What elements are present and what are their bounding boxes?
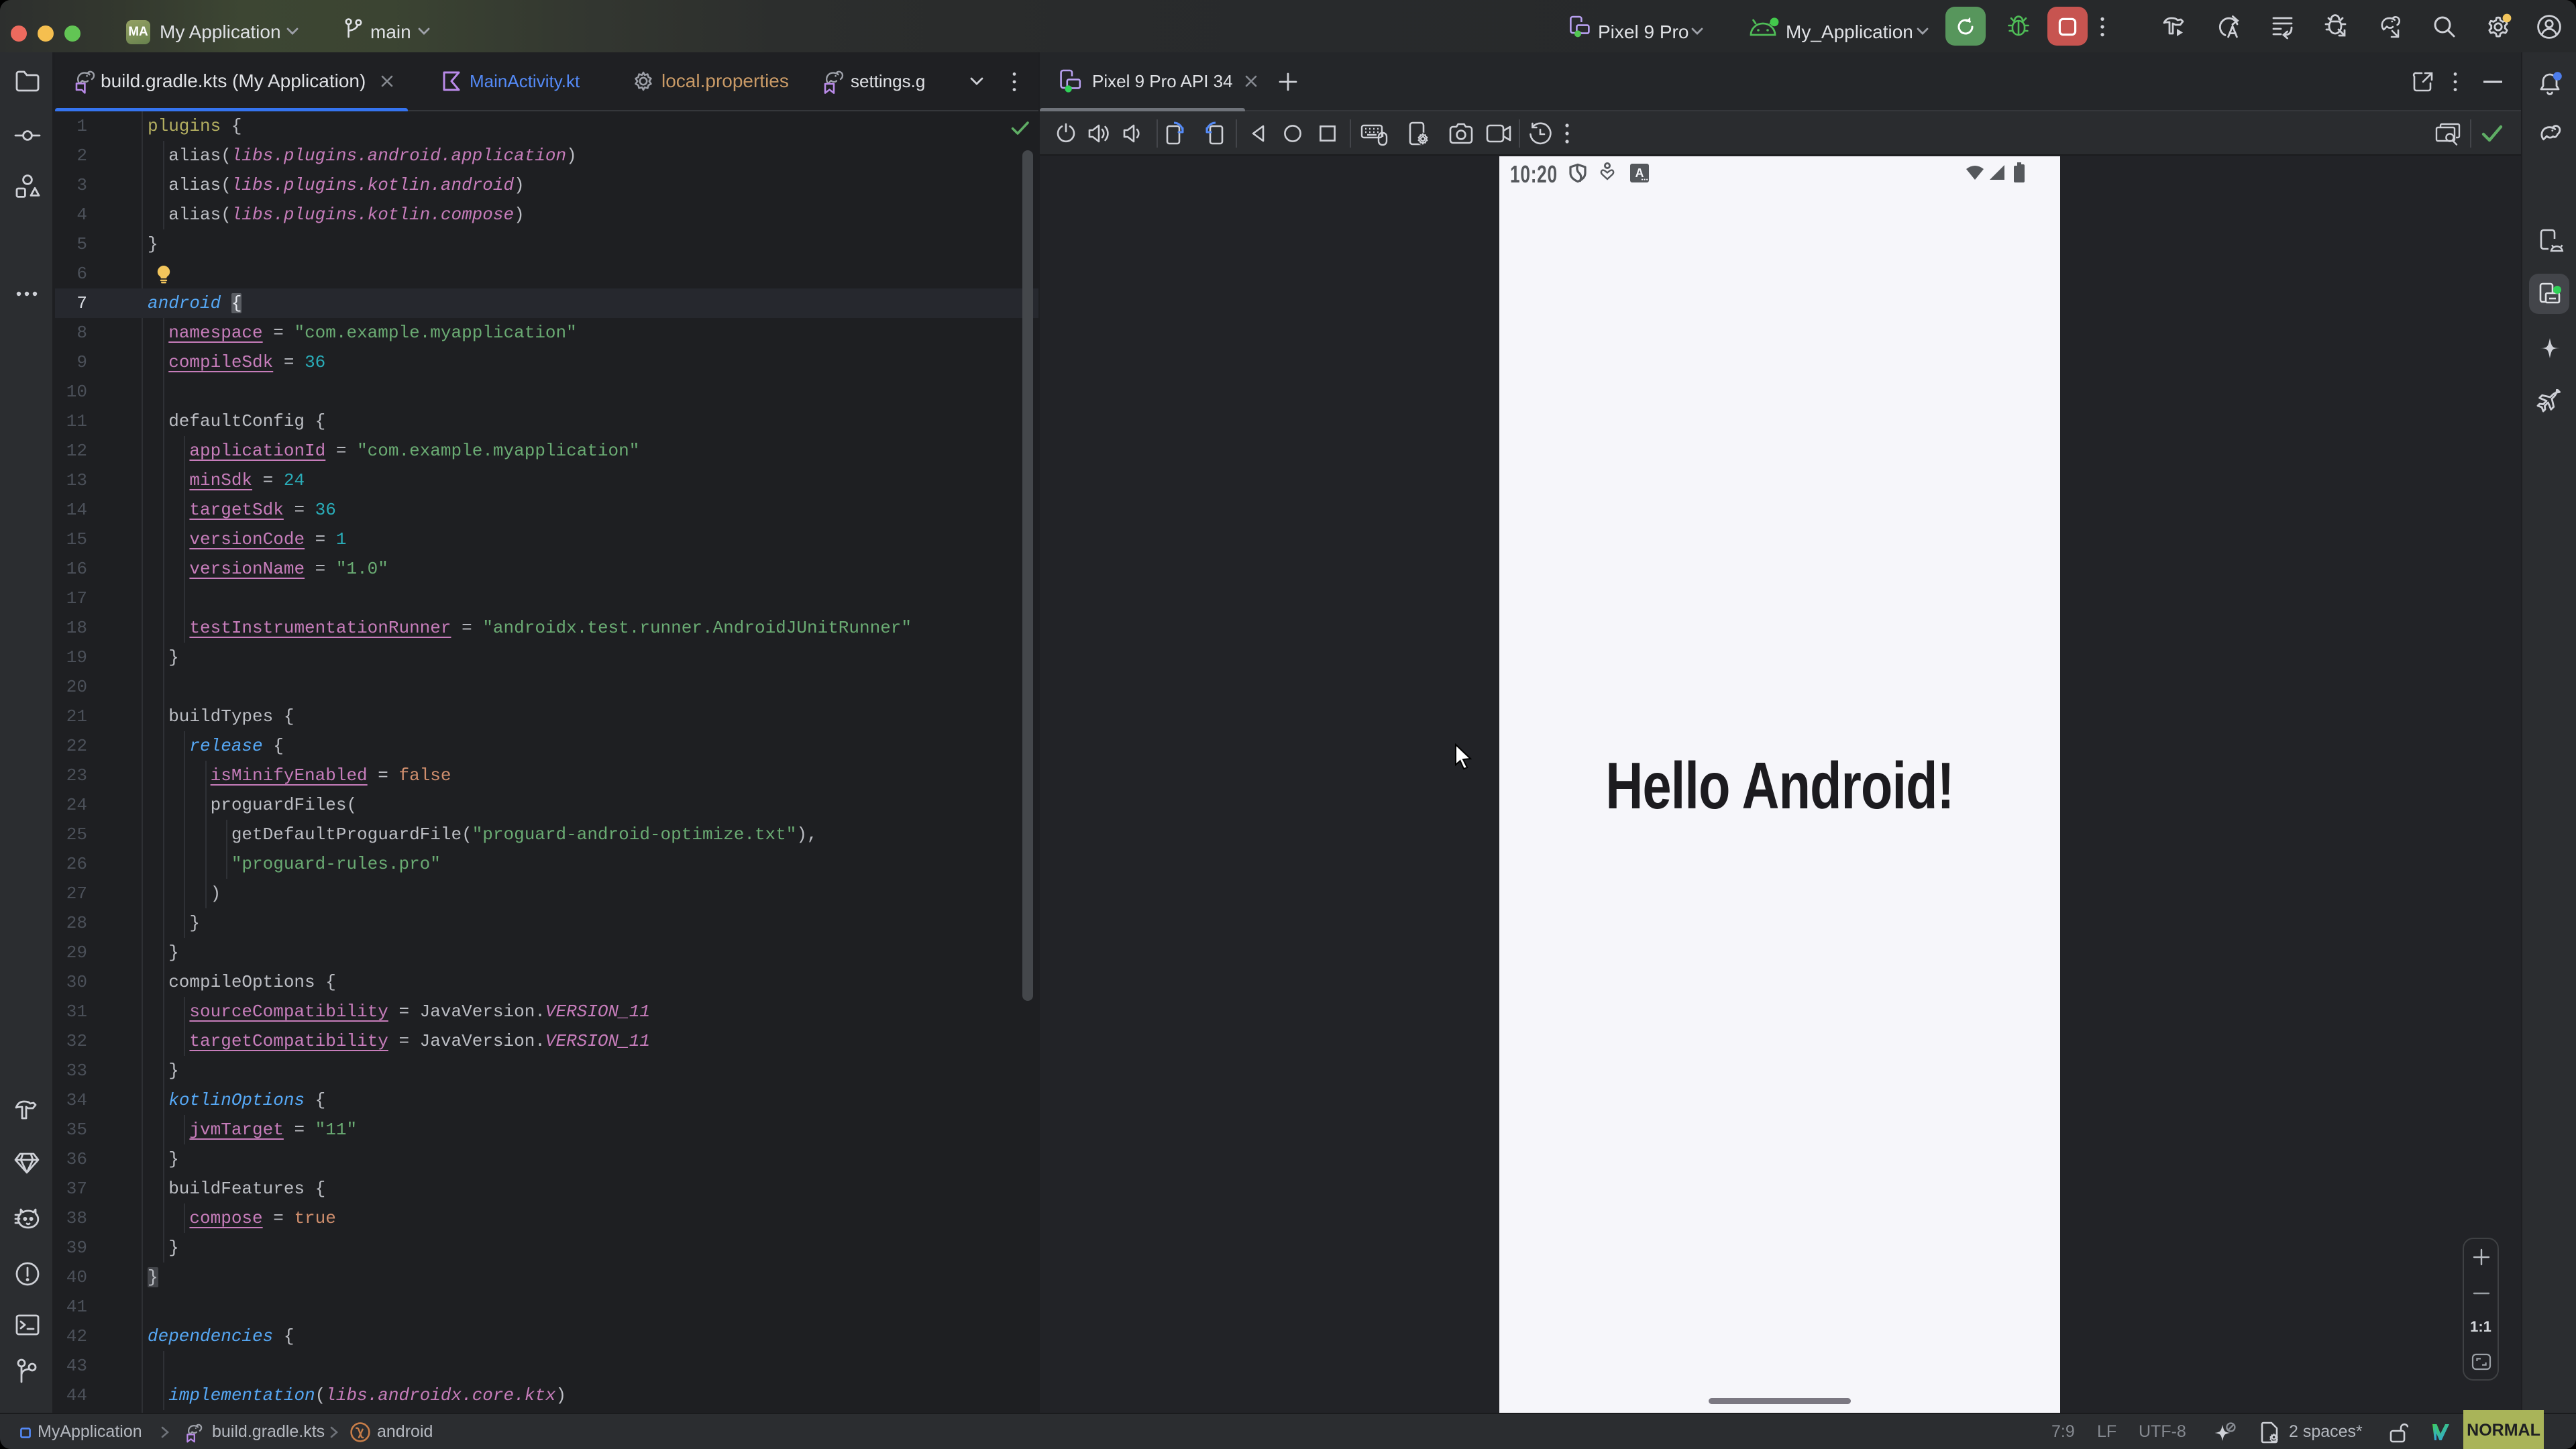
- svg-text:A: A: [1635, 166, 1644, 180]
